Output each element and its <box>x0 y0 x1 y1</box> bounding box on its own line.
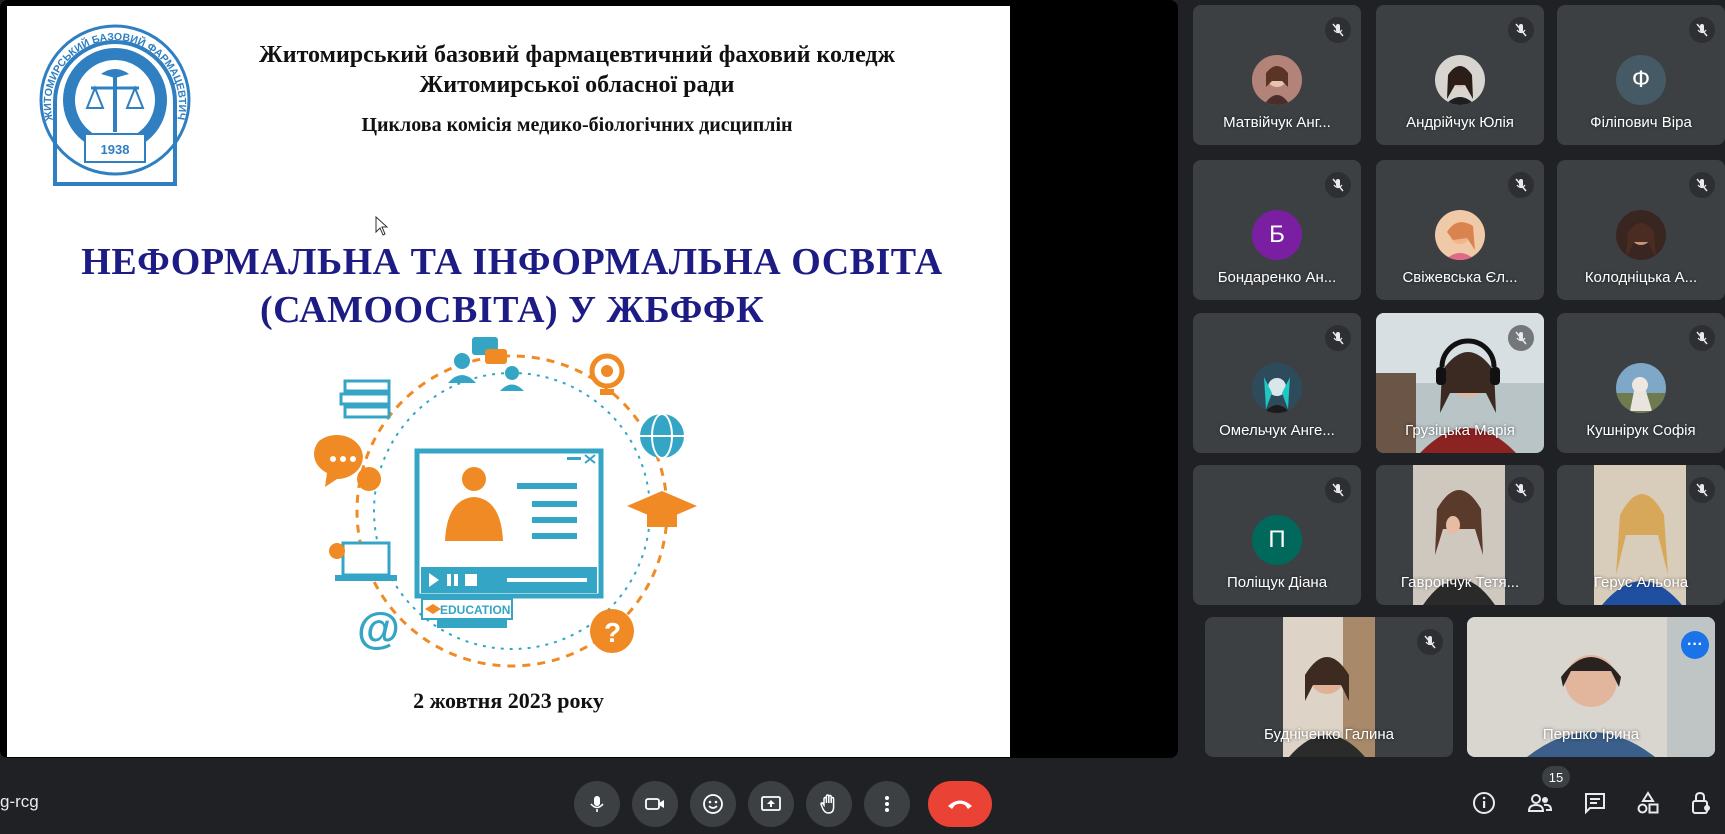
slide-title-line1: НЕФОРМАЛЬНА ТА ІНФОРМАЛЬНА ОСВІТА <box>81 241 943 283</box>
participant-tile[interactable]: Б Бондаренко Ан... <box>1193 160 1361 300</box>
participant-name: Бондаренко Ан... <box>1217 269 1337 286</box>
microphone-button[interactable] <box>574 781 620 827</box>
education-tag: EDUCATION <box>440 603 510 617</box>
video-camera-icon <box>645 798 664 810</box>
lock-person-icon <box>1692 791 1710 814</box>
participant-name: Андрійчук Юлія <box>1406 114 1514 131</box>
mic-muted-icon <box>1689 477 1715 503</box>
present-screen-button[interactable] <box>748 781 794 827</box>
emoji-icon <box>703 794 723 814</box>
presentation-slide: 1938 ЖИТОМИРСЬКИЙ БАЗОВИЙ ФАРМАЦЕВТИЧНИЙ… <box>7 6 1010 757</box>
meeting-details-button[interactable] <box>1469 788 1499 818</box>
microphone-icon <box>590 796 604 812</box>
raise-hand-button[interactable] <box>806 781 852 827</box>
college-logo: 1938 ЖИТОМИРСЬКИЙ БАЗОВИЙ ФАРМАЦЕВТИЧНИЙ… <box>25 12 191 186</box>
mic-muted-icon <box>1689 17 1715 43</box>
reactions-button[interactable] <box>690 781 736 827</box>
more-options-button[interactable] <box>864 781 910 827</box>
participant-tile[interactable]: Грузіцька Марія <box>1376 313 1544 453</box>
commission-name: Циклова комісія медико-біологічних дисци… <box>361 114 793 136</box>
meeting-code: g-rcg <box>0 792 39 811</box>
participant-name: Філіпович Віра <box>1590 114 1692 131</box>
participant-tile[interactable]: Герус Альона <box>1557 465 1725 605</box>
participant-name: Свіжевська Єл... <box>1402 269 1518 286</box>
participant-tile[interactable]: Ф Філіпович Віра <box>1557 5 1725 145</box>
college-name: Житомирський базовий фармацевтичний фахо… <box>207 40 947 100</box>
mic-muted-icon <box>1508 477 1534 503</box>
participant-count-badge: 15 <box>1542 766 1570 788</box>
participant-tile-active-speaker[interactable]: ··· Першко Ірина <box>1467 617 1715 757</box>
chat-icon <box>1585 793 1605 815</box>
mic-muted-icon <box>1325 172 1351 198</box>
host-controls-button[interactable] <box>1686 788 1716 818</box>
avatar <box>1435 55 1485 105</box>
more-vert-icon <box>885 796 889 812</box>
avatar: П <box>1252 515 1302 565</box>
participant-tile[interactable]: Свіжевська Єл... <box>1376 160 1544 300</box>
present-screen-icon <box>761 796 781 811</box>
participant-name: Грузіцька Марія <box>1405 422 1515 439</box>
people-button[interactable] <box>1525 788 1555 818</box>
participant-tile[interactable]: Андрійчук Юлія <box>1376 5 1544 145</box>
participant-tile[interactable]: Матвійчук Анг... <box>1193 5 1361 145</box>
education-illustration: @ EDUCATION ? <box>314 337 697 668</box>
mic-muted-icon <box>1325 325 1351 351</box>
mic-muted-icon <box>1689 172 1715 198</box>
college-name-line2: Житомирської обласної ради <box>419 72 735 98</box>
participant-name: Першко Ірина <box>1542 726 1640 743</box>
mic-muted-icon <box>1417 629 1443 655</box>
mouse-cursor-icon <box>375 216 389 236</box>
shapes-icon <box>1637 791 1659 814</box>
chat-button[interactable] <box>1580 788 1610 818</box>
mic-muted-icon <box>1689 325 1715 351</box>
participant-name: Будніченко Галина <box>1264 726 1394 743</box>
avatar <box>1252 55 1302 105</box>
svg-text:@: @ <box>357 604 400 653</box>
slide-title-line2: (САМООСВІТА) У ЖБФФК <box>259 289 765 331</box>
participant-tile[interactable]: Гаврончук Тетя... <box>1376 465 1544 605</box>
participant-name: Омельчук Анге... <box>1219 422 1335 439</box>
avatar <box>1616 363 1666 413</box>
hand-icon <box>820 794 835 814</box>
participant-tile[interactable]: Кушнірук Софія <box>1557 313 1725 453</box>
info-icon <box>1473 792 1495 814</box>
mic-muted-icon <box>1508 325 1534 351</box>
participant-name: Поліщук Діана <box>1226 574 1328 591</box>
participant-name: Матвійчук Анг... <box>1223 114 1331 131</box>
mic-muted-icon <box>1325 17 1351 43</box>
more-options-icon[interactable]: ··· <box>1681 631 1709 659</box>
activities-button[interactable] <box>1633 788 1663 818</box>
participant-tile[interactable]: П Поліщук Діана <box>1193 465 1361 605</box>
slide-title: НЕФОРМАЛЬНА ТА ІНФОРМАЛЬНА ОСВІТА (САМОО… <box>47 238 977 334</box>
college-name-line1: Житомирський базовий фармацевтичний фахо… <box>259 42 895 68</box>
slide-date: 2 жовтня 2023 року <box>413 688 604 713</box>
participant-name: Гаврончук Тетя... <box>1400 574 1520 591</box>
people-icon <box>1527 794 1553 812</box>
avatar <box>1252 363 1302 413</box>
svg-text:?: ? <box>604 617 621 648</box>
mic-muted-icon <box>1325 477 1351 503</box>
presentation-area: 1938 ЖИТОМИРСЬКИЙ БАЗОВИЙ ФАРМАЦЕВТИЧНИЙ… <box>0 0 1178 758</box>
participant-name: Колодніцька А... <box>1584 269 1698 286</box>
participant-name: Герус Альона <box>1593 574 1689 591</box>
avatar: Ф <box>1616 55 1666 105</box>
avatar <box>1435 210 1485 260</box>
mic-muted-icon <box>1508 172 1534 198</box>
hang-up-icon <box>948 800 972 809</box>
participant-tile[interactable]: Будніченко Галина <box>1205 617 1453 757</box>
logo-year: 1938 <box>101 142 130 157</box>
leave-call-button[interactable] <box>928 781 992 827</box>
avatar: Б <box>1252 210 1302 260</box>
mic-muted-icon <box>1508 17 1534 43</box>
participant-tile[interactable]: Колодніцька А... <box>1557 160 1725 300</box>
avatar <box>1616 210 1666 260</box>
participant-tile[interactable]: Омельчук Анге... <box>1193 313 1361 453</box>
camera-button[interactable] <box>632 781 678 827</box>
participant-name: Кушнірук Софія <box>1586 422 1696 439</box>
